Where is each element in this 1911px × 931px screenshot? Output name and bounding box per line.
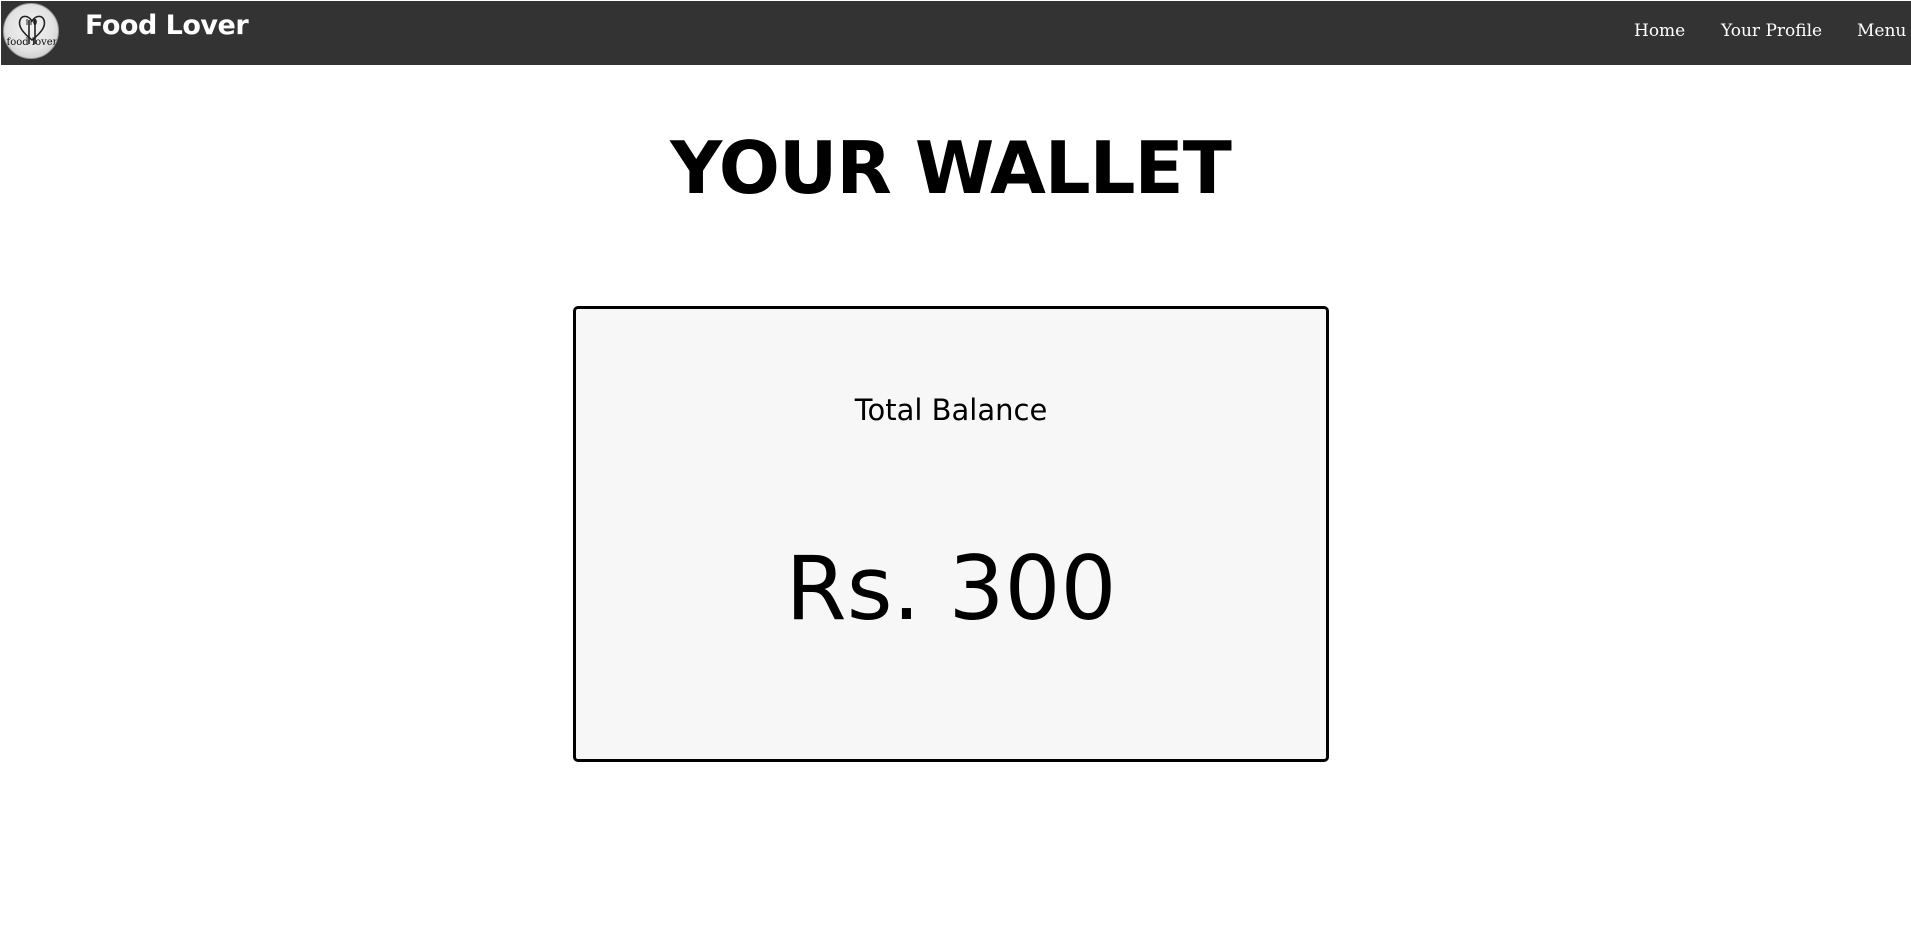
heart-fork-spoon-icon: food lover (7, 15, 58, 48)
brand-name[interactable]: Food Lover (85, 10, 249, 41)
wallet-balance-card: Total Balance Rs. 300 (573, 306, 1329, 762)
top-navbar: food lover Food Lover Home Your Profile … (1, 1, 1911, 65)
page-title: YOUR WALLET (670, 126, 1232, 210)
nav-link-your-profile[interactable]: Your Profile (1721, 21, 1822, 41)
logo-text: food lover (7, 37, 58, 48)
balance-amount: Rs. 300 (785, 537, 1117, 640)
nav-link-home[interactable]: Home (1634, 21, 1685, 41)
food-lover-logo[interactable]: food lover (3, 3, 59, 59)
total-balance-label: Total Balance (854, 393, 1048, 427)
nav-link-menu[interactable]: Menu (1857, 21, 1906, 41)
